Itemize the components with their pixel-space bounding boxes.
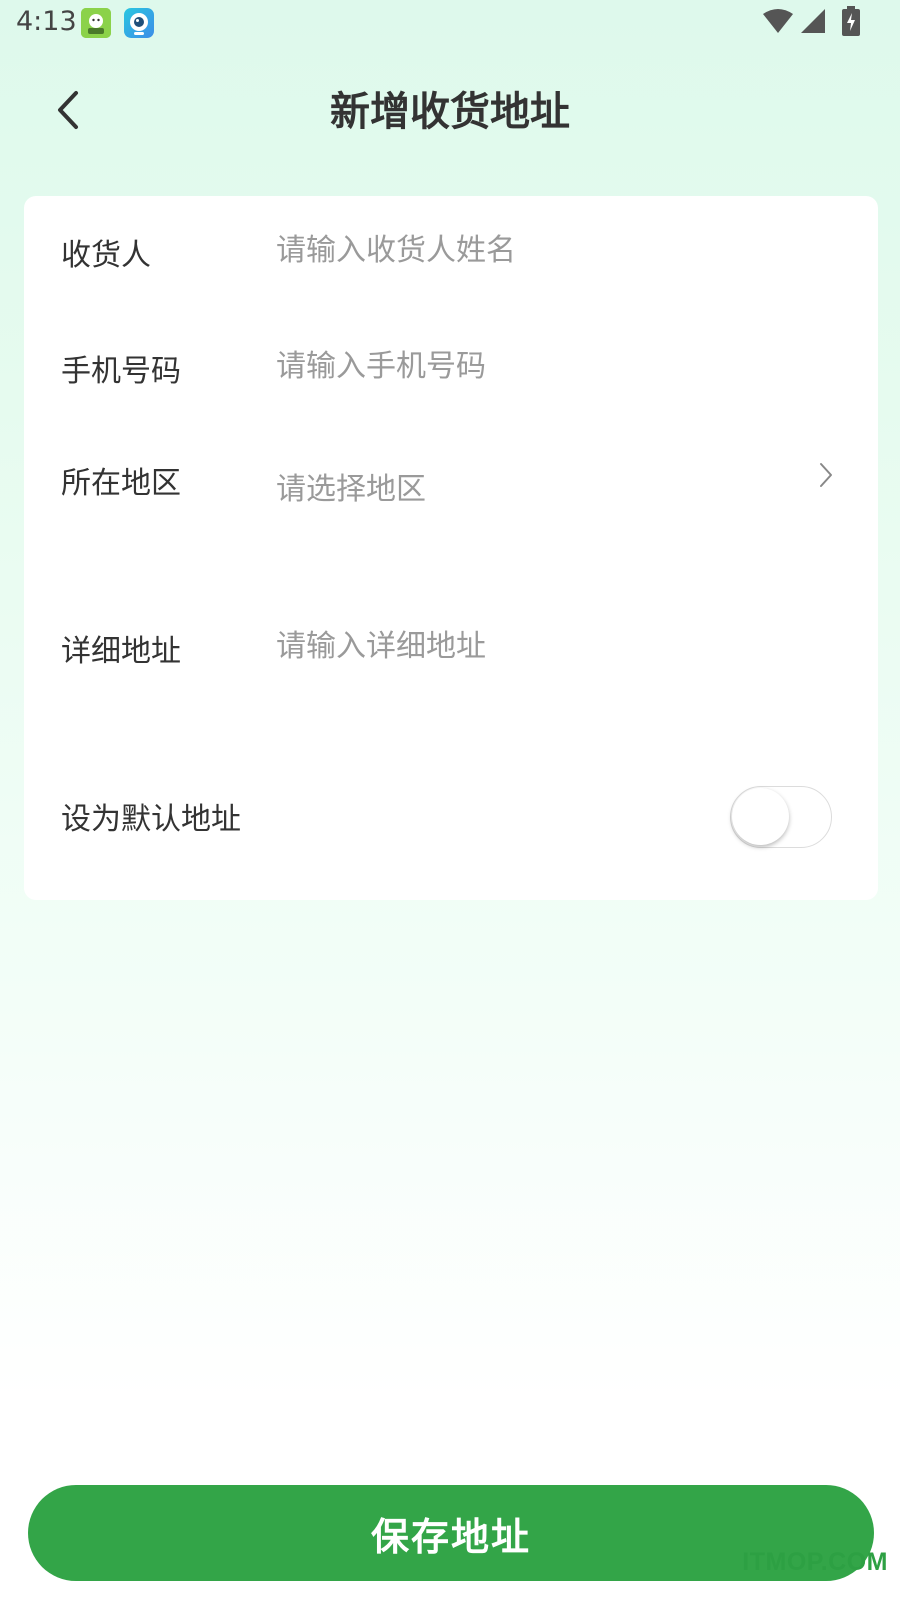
wifi-icon (762, 8, 794, 38)
phone-input[interactable] (276, 346, 796, 386)
status-bar: 4:13 (0, 0, 900, 48)
recipient-label: 收货人 (61, 238, 151, 273)
chevron-right-icon (818, 460, 834, 494)
recipient-input[interactable] (276, 230, 796, 270)
region-placeholder: 请选择地区 (276, 472, 426, 507)
page-title: 新增收货地址 (330, 89, 570, 135)
address-form-card: 收货人 手机号码 所在地区 请选择地区 详细地址 设为默认地址 (24, 196, 878, 900)
detail-address-input[interactable] (276, 626, 796, 666)
phone-row: 手机号码 (24, 312, 878, 428)
detail-address-label: 详细地址 (61, 634, 181, 669)
default-address-toggle[interactable] (730, 786, 832, 848)
detail-address-row: 详细地址 (24, 604, 878, 772)
header: 新增收货地址 (0, 70, 900, 154)
battery-charging-icon (842, 6, 860, 40)
app-notification-icon (81, 8, 111, 38)
phone-label: 手机号码 (61, 354, 181, 389)
app-camera-icon (124, 8, 154, 38)
watermark: ITMOP.COM (742, 1548, 888, 1576)
recipient-row: 收货人 (24, 196, 878, 312)
region-selector[interactable]: 所在地区 请选择地区 (24, 428, 878, 604)
region-label: 所在地区 (61, 466, 181, 501)
default-address-label: 设为默认地址 (61, 802, 241, 837)
signal-icon (800, 8, 826, 38)
status-right (762, 6, 860, 40)
default-address-row: 设为默认地址 (24, 772, 878, 900)
toggle-knob (732, 788, 789, 845)
status-time: 4:13 (16, 6, 77, 37)
back-button[interactable] (40, 82, 96, 142)
chevron-left-icon (54, 89, 82, 135)
